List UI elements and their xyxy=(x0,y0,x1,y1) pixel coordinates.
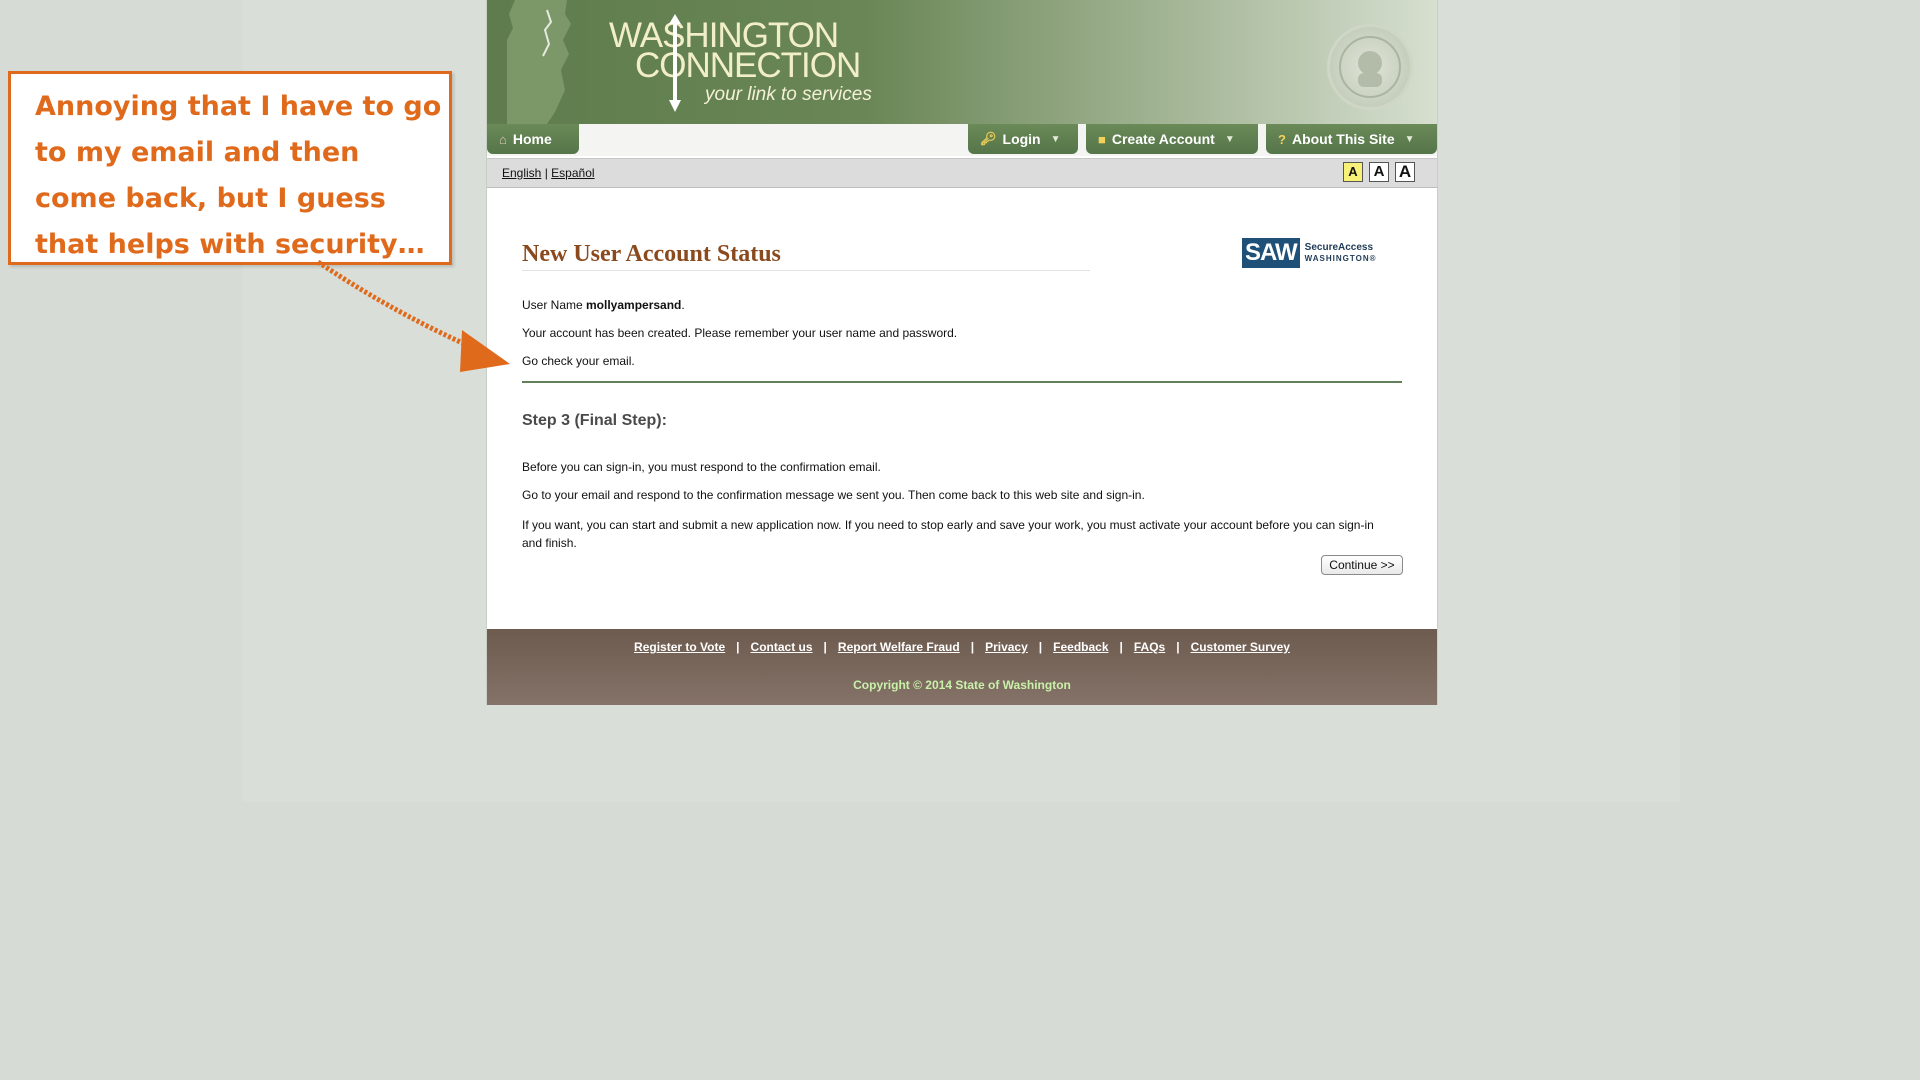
annotation-arrow-icon xyxy=(316,259,510,372)
